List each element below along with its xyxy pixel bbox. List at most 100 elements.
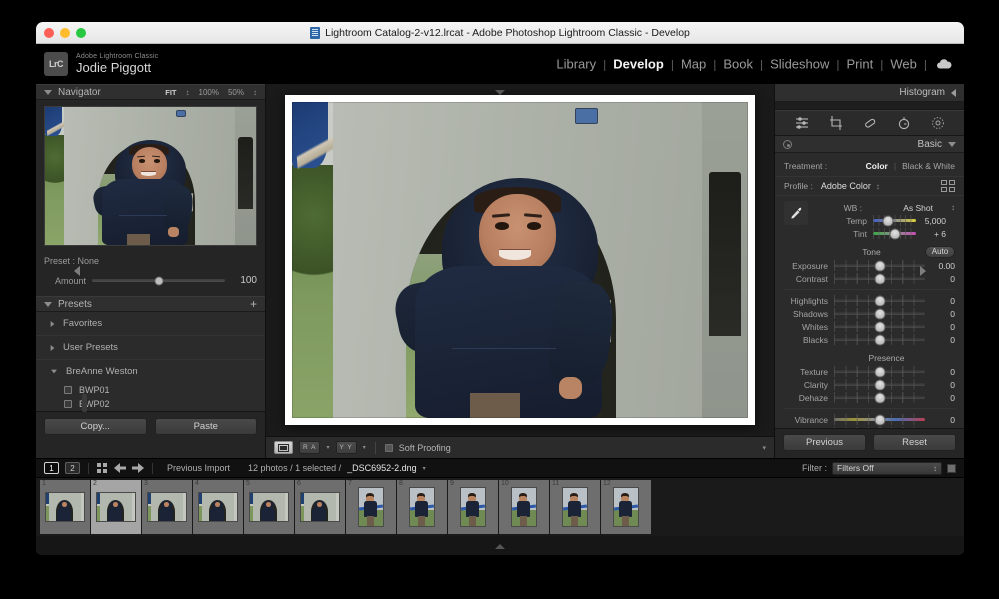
preset-group-favorites[interactable]: Favorites <box>36 312 265 336</box>
slider-track[interactable] <box>834 427 925 428</box>
collapse-left-icon[interactable] <box>951 89 956 97</box>
slider-value[interactable]: 5,000 <box>916 216 946 226</box>
slider-thumb[interactable] <box>874 273 885 284</box>
chevron-right-icon[interactable] <box>51 321 55 327</box>
slider-thumb[interactable] <box>874 366 885 377</box>
slider-contrast[interactable]: Contrast0 <box>775 272 964 285</box>
filmstrip-thumbnail[interactable]: 6 <box>295 480 345 534</box>
navigator-zoom-options[interactable]: FIT ↕ 100% 50% ↕ <box>165 88 257 97</box>
slider-track[interactable] <box>834 321 925 332</box>
filter-stepper-icon[interactable]: ↕ <box>933 464 937 473</box>
wb-stepper-icon[interactable]: ↕ <box>951 203 955 212</box>
slider-blacks[interactable]: Blacks0 <box>775 333 964 346</box>
treatment-option-black-white[interactable]: Black & White <box>902 161 955 171</box>
reset-button[interactable]: Reset <box>873 434 956 451</box>
survey-caret-icon[interactable]: ▾ <box>363 444 366 451</box>
module-develop[interactable]: Develop <box>606 57 671 72</box>
filmstrip-thumbnail[interactable]: 12 <box>601 480 651 534</box>
module-print[interactable]: Print <box>840 57 881 72</box>
left-panel-resize-grip[interactable] <box>82 394 87 412</box>
go-back-icon[interactable] <box>114 463 126 473</box>
slider-thumb[interactable] <box>874 321 885 332</box>
slider-track[interactable] <box>834 334 925 345</box>
zoom-fit-stepper[interactable]: ↕ <box>186 88 190 97</box>
slider-value[interactable]: 0 <box>925 380 955 390</box>
filter-select[interactable]: Filters Off ↕ <box>832 462 942 475</box>
histogram-header[interactable]: Histogram <box>775 84 964 102</box>
slider-value[interactable]: 0 <box>925 415 955 425</box>
loupe-image[interactable] <box>292 102 748 418</box>
go-forward-icon[interactable] <box>132 463 144 473</box>
compare-before-after-icon[interactable]: R A <box>299 441 320 454</box>
zoom-50-option[interactable]: 50% <box>228 88 244 97</box>
slider-thumb[interactable] <box>874 308 885 319</box>
develop-tool-strip[interactable] <box>775 110 964 136</box>
filmstrip-thumbnail[interactable]: 2 <box>91 480 141 534</box>
chevron-down-icon[interactable] <box>44 90 52 95</box>
slider-dehaze[interactable]: Dehaze0 <box>775 391 964 404</box>
slider-value[interactable]: 0 <box>925 309 955 319</box>
filmstrip-page-1[interactable]: 1 <box>44 462 59 474</box>
histogram-graph[interactable] <box>775 102 964 110</box>
cloud-icon[interactable] <box>936 59 952 70</box>
filmstrip-thumbnails[interactable]: 123456789101112 <box>36 478 964 536</box>
before-after-yy-icon[interactable]: Y Y <box>336 441 357 454</box>
slider-value[interactable]: 0.00 <box>925 261 955 271</box>
slider-track[interactable] <box>834 379 925 390</box>
slider-track[interactable] <box>834 366 925 377</box>
profile-row[interactable]: Profile : Adobe Color ↕ <box>775 177 964 196</box>
panel-visibility-icon[interactable] <box>783 140 792 149</box>
collapse-left-panel-arrow[interactable] <box>74 266 80 276</box>
navigator-header[interactable]: Navigator FIT ↕ 100% 50% ↕ <box>36 84 265 100</box>
identity-plate[interactable]: LrC Adobe Lightroom Classic Jodie Piggot… <box>44 52 158 76</box>
slider-value[interactable]: 0 <box>925 322 955 332</box>
filmstrip-page-2[interactable]: 2 <box>65 462 80 474</box>
slider-value[interactable]: 0 <box>925 274 955 284</box>
slider-vibrance[interactable]: Vibrance0 <box>775 413 964 426</box>
slider-thumb[interactable] <box>874 334 885 345</box>
slider-track[interactable] <box>873 215 916 226</box>
filmstrip-source[interactable]: Previous Import <box>167 463 230 473</box>
plus-icon[interactable]: + <box>250 299 257 309</box>
soft-proofing-checkbox[interactable] <box>385 444 393 452</box>
amount-slider[interactable] <box>92 279 225 282</box>
slider-value[interactable]: 0 <box>925 335 955 345</box>
presets-list[interactable]: FavoritesUser PresetsBreAnne WestonBWP01… <box>36 312 265 411</box>
copy-button[interactable]: Copy... <box>44 418 147 435</box>
chevron-down-icon[interactable] <box>44 302 52 307</box>
hide-top-panel-caret[interactable] <box>495 90 505 95</box>
slider-track[interactable] <box>873 228 916 239</box>
module-web[interactable]: Web <box>883 57 924 72</box>
minimize-button[interactable] <box>60 28 70 38</box>
preset-group-breanne-weston[interactable]: BreAnne Weston <box>36 360 265 383</box>
slider-shadows[interactable]: Shadows0 <box>775 307 964 320</box>
slider-clarity[interactable]: Clarity0 <box>775 378 964 391</box>
presets-header[interactable]: Presets + <box>36 296 265 312</box>
filename-caret-icon[interactable]: ▾ <box>423 465 426 472</box>
slider-value[interactable]: 0 <box>925 393 955 403</box>
module-book[interactable]: Book <box>716 57 760 72</box>
zoom-100-option[interactable]: 100% <box>199 88 219 97</box>
collapse-right-panel-arrow[interactable] <box>920 266 926 276</box>
zoom-button[interactable] <box>76 28 86 38</box>
slider-track[interactable] <box>834 295 925 306</box>
chevron-right-icon[interactable] <box>51 345 55 351</box>
filmstrip-thumbnail[interactable]: 5 <box>244 480 294 534</box>
treatment-options[interactable]: Color|Black & White <box>827 161 955 171</box>
slider-value[interactable]: 0 <box>925 296 955 306</box>
slider-track[interactable] <box>834 260 925 271</box>
slider-track[interactable] <box>834 392 925 403</box>
slider-thumb[interactable] <box>874 392 885 403</box>
chevron-down-icon[interactable] <box>51 370 57 374</box>
filmstrip-thumbnail[interactable]: 10 <box>499 480 549 534</box>
hide-filmstrip-caret[interactable] <box>495 544 505 549</box>
filmstrip-thumbnail[interactable]: 11 <box>550 480 600 534</box>
red-eye-icon[interactable] <box>896 115 912 131</box>
toolbar-options-caret-icon[interactable]: ▾ <box>762 444 766 452</box>
image-canvas[interactable] <box>266 84 774 436</box>
navigator-preview[interactable] <box>44 106 257 246</box>
slider-thumb[interactable] <box>883 215 894 226</box>
amount-slider-thumb[interactable] <box>154 276 163 285</box>
treatment-option-color[interactable]: Color <box>866 161 888 171</box>
slider-thumb[interactable] <box>874 379 885 390</box>
